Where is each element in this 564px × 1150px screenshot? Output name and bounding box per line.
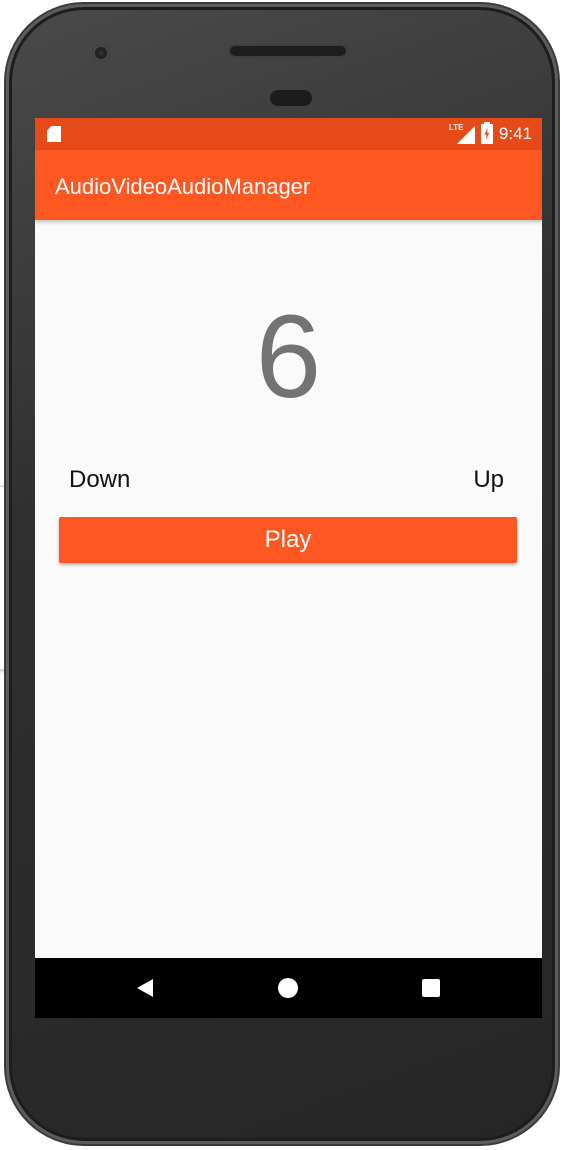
navigation-bar bbox=[35, 958, 542, 1018]
signal-strength-icon bbox=[456, 126, 475, 144]
down-label[interactable]: Down bbox=[69, 466, 130, 494]
status-time: 9:41 bbox=[498, 124, 532, 143]
app-title: AudioVideoAudioManager bbox=[55, 174, 311, 199]
play-button[interactable]: Play bbox=[59, 517, 517, 563]
volume-value: 6 bbox=[255, 291, 322, 423]
sd-card-icon bbox=[47, 126, 61, 142]
stage: r LTE 9:41 AudioVideoAudioManager bbox=[0, 0, 564, 1150]
earpiece-speaker-icon bbox=[230, 46, 346, 56]
home-icon[interactable] bbox=[278, 978, 298, 998]
phone-frame: LTE 9:41 AudioVideoAudioManager 6 Down U… bbox=[6, 4, 558, 1144]
proximity-sensor-icon bbox=[92, 44, 110, 62]
recents-icon[interactable] bbox=[422, 979, 440, 997]
front-camera-icon bbox=[270, 90, 312, 106]
lte-signal-icon: LTE bbox=[449, 123, 475, 144]
app-bar: AudioVideoAudioManager bbox=[35, 150, 542, 220]
device-screen: LTE 9:41 AudioVideoAudioManager 6 Down U… bbox=[35, 118, 542, 1018]
status-bar: LTE 9:41 bbox=[35, 118, 542, 150]
back-icon[interactable] bbox=[137, 979, 153, 997]
battery-charging-icon bbox=[480, 122, 493, 144]
status-indicators: LTE 9:41 bbox=[449, 118, 532, 150]
up-label[interactable]: Up bbox=[473, 466, 504, 494]
